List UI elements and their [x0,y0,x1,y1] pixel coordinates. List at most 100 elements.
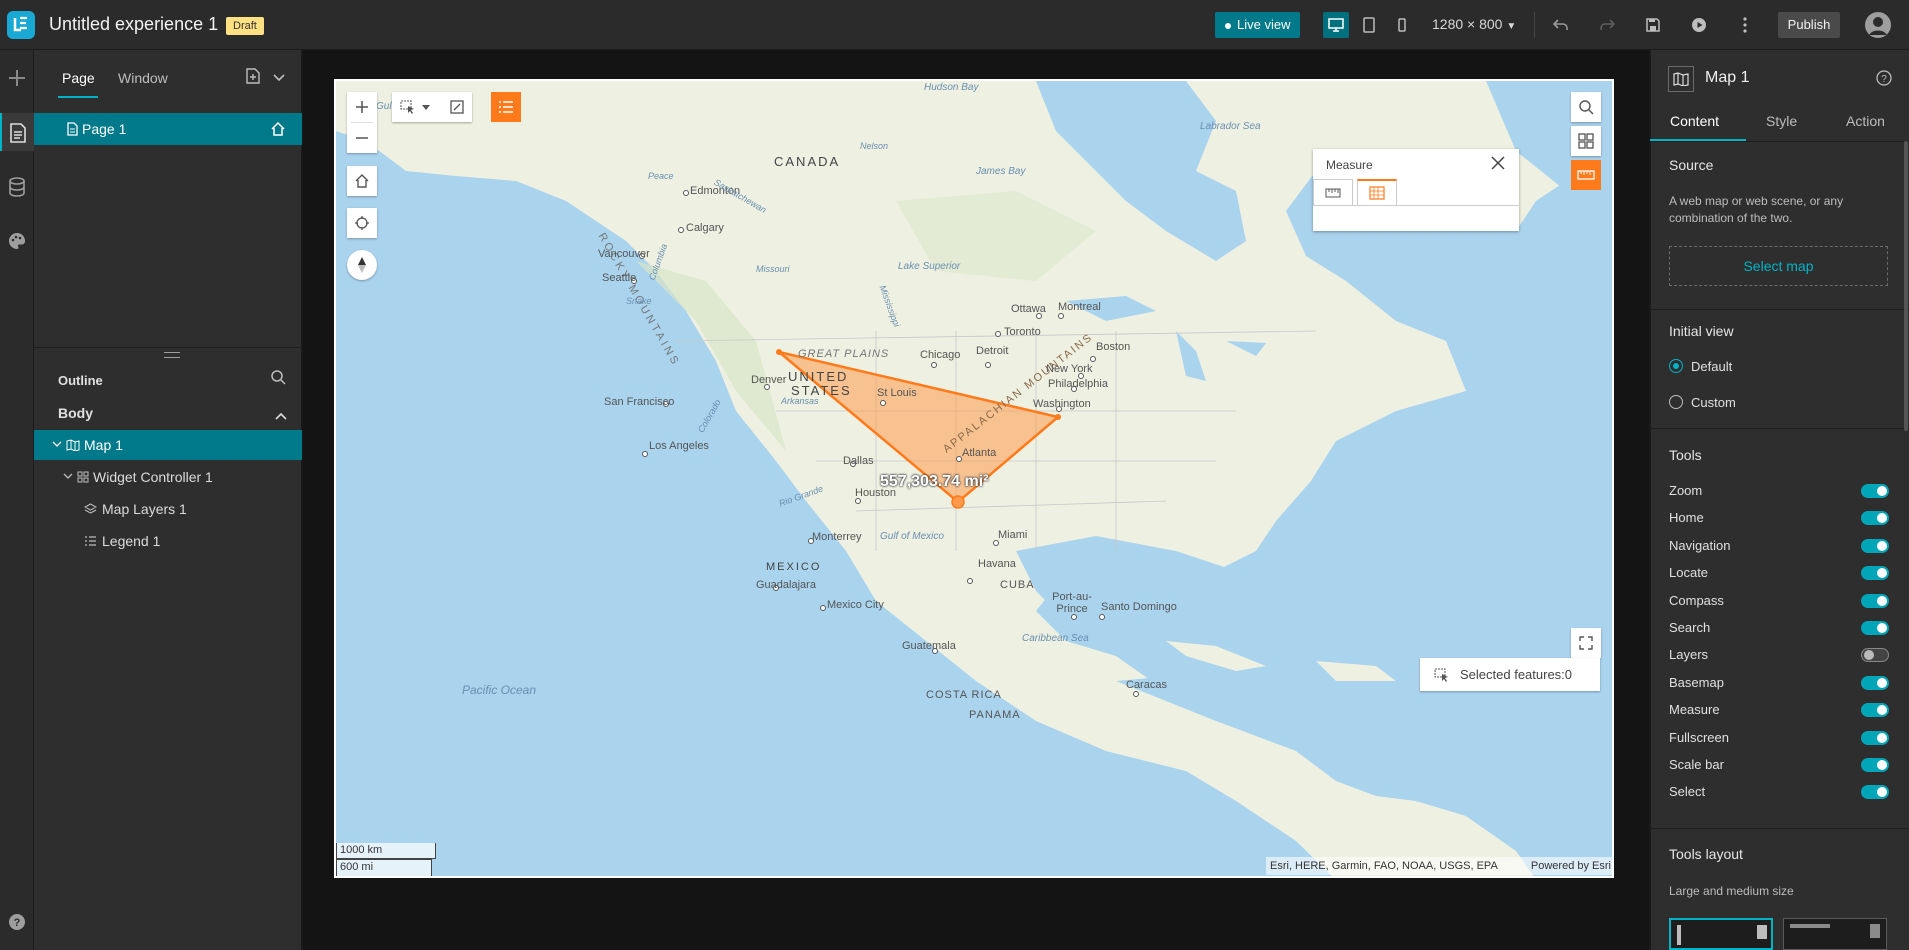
outline-item-map[interactable]: Map 1 [34,430,302,460]
tool-toggle-switch[interactable] [1861,758,1889,772]
tab-style[interactable]: Style [1766,113,1797,129]
tool-toggle-switch[interactable] [1861,621,1889,635]
tools-title: Tools [1669,447,1702,463]
radio-label: Default [1691,359,1733,374]
home-view-button[interactable] [347,166,377,196]
section-divider [1650,828,1909,829]
clear-selection-button[interactable] [442,92,472,122]
page-list-item[interactable]: Page 1 [34,113,302,145]
panel-splitter[interactable] [34,347,302,348]
user-avatar-icon[interactable] [1864,11,1892,39]
body-collapse-button[interactable] [274,408,288,426]
insert-widget-button[interactable] [4,65,30,91]
tool-toggle-switch[interactable] [1861,566,1889,581]
right-panel-scrollbar[interactable] [1904,141,1908,431]
experience-builder-logo-icon[interactable] [6,10,36,40]
distance-measure-tab[interactable] [1313,179,1353,205]
map-search-button[interactable] [1571,92,1601,122]
section-divider [1650,428,1909,429]
tab-action[interactable]: Action [1846,113,1885,129]
tool-toggle-switch[interactable] [1861,593,1889,608]
layers-icon [84,503,97,514]
rail-data-button[interactable] [4,174,30,200]
redo-button[interactable] [1594,12,1620,38]
measure-panel: Measure [1313,149,1519,231]
rail-pages-button[interactable] [0,113,34,151]
chevron-down-icon: ▼ [1506,21,1517,32]
locate-button[interactable] [347,208,377,238]
initial-view-default-radio[interactable]: Default [1669,359,1869,379]
zoom-in-button[interactable] [347,92,377,122]
experience-title[interactable]: Untitled experience 1 [49,14,218,35]
zoom-out-button[interactable] [347,123,377,153]
outline-item-legend[interactable]: Legend 1 [34,526,302,556]
layout-option-2[interactable] [1783,918,1887,950]
widget-title[interactable]: Map 1 [1705,69,1749,87]
clear-selection-icon [450,100,464,114]
body-section-title[interactable]: Body [58,405,93,421]
widget-help-button[interactable]: ? [1876,70,1892,91]
scale-bar-km: 1000 km [336,843,436,859]
map-label-city: Philadelphia [1048,378,1108,390]
tool-toggle-switch[interactable] [1861,703,1889,718]
ruler-icon [1325,188,1341,197]
tool-toggle-switch[interactable] [1861,538,1889,553]
map-label-city: Vancouver [598,248,650,260]
map-label-water: Caribbean Sea [1022,633,1089,644]
help-button[interactable]: ? [4,909,30,935]
save-button[interactable] [1640,12,1666,38]
map-label-city: St Louis [877,387,917,399]
layout-option-1[interactable] [1669,918,1773,950]
preview-button[interactable] [1686,12,1712,38]
chevron-down-icon[interactable] [63,473,73,481]
tablet-device-button[interactable] [1356,12,1382,38]
page-options-dropdown[interactable] [272,70,286,88]
tab-page[interactable]: Page [62,70,95,86]
mobile-icon [1398,18,1406,32]
tool-toggle-switch[interactable] [1861,730,1889,745]
powered-by-esri[interactable]: Powered by Esri [1531,857,1611,875]
radio-checked-icon[interactable] [1669,359,1683,373]
add-page-button[interactable] [245,68,261,89]
tool-toggle-switch[interactable] [1861,484,1889,498]
measure-close-button[interactable] [1491,156,1507,172]
widget-controller-button[interactable] [491,92,521,122]
map-label-region: GREAT PLAINS [798,348,890,360]
resolution-dropdown[interactable]: 1280 × 800 ▼ [1432,16,1516,32]
rail-theme-button[interactable] [4,228,30,254]
select-tool-button[interactable] [392,92,438,122]
selection-icon [1434,668,1448,682]
tab-window[interactable]: Window [118,70,168,86]
map-widget[interactable]: CANADA UNITED STATES MEXICO CUBA COSTA R… [334,79,1614,878]
select-map-button[interactable]: Select map [1669,246,1888,286]
outline-item-widget-controller[interactable]: Widget Controller 1 [34,462,302,492]
more-options-button[interactable] [1732,12,1758,38]
desktop-device-button[interactable] [1323,12,1349,38]
outline-search-button[interactable] [270,369,286,390]
publish-button[interactable]: Publish [1778,12,1840,38]
basemap-gallery-button[interactable] [1571,126,1601,156]
tool-toggle-switch[interactable] [1861,675,1889,690]
live-view-button[interactable]: Live view [1215,12,1301,38]
area-measure-tab[interactable] [1357,179,1397,205]
initial-view-custom-radio[interactable]: Custom [1669,395,1869,415]
outline-item-map-layers[interactable]: Map Layers 1 [34,494,302,524]
mobile-device-button[interactable] [1389,12,1415,38]
home-icon[interactable] [270,121,286,137]
app-root: Untitled experience 1 Draft Live view 12… [0,0,1909,950]
selected-features-button[interactable]: Selected features:0 [1420,658,1600,691]
tool-toggle-switch[interactable] [1861,785,1889,800]
live-view-label: Live view [1237,17,1291,32]
chevron-down-icon[interactable] [52,441,62,449]
radio-unchecked-icon[interactable] [1669,395,1683,409]
compass-button[interactable] [347,250,377,280]
measure-tool-button[interactable] [1571,160,1601,190]
tool-toggle-switch[interactable] [1861,511,1889,526]
splitter-grip-icon[interactable] [164,352,180,358]
minus-icon [356,137,368,139]
undo-button[interactable] [1548,12,1574,38]
svg-text:?: ? [14,917,21,929]
tool-toggle-switch[interactable] [1861,648,1889,663]
fullscreen-button[interactable] [1571,628,1601,658]
tab-content[interactable]: Content [1670,113,1719,129]
